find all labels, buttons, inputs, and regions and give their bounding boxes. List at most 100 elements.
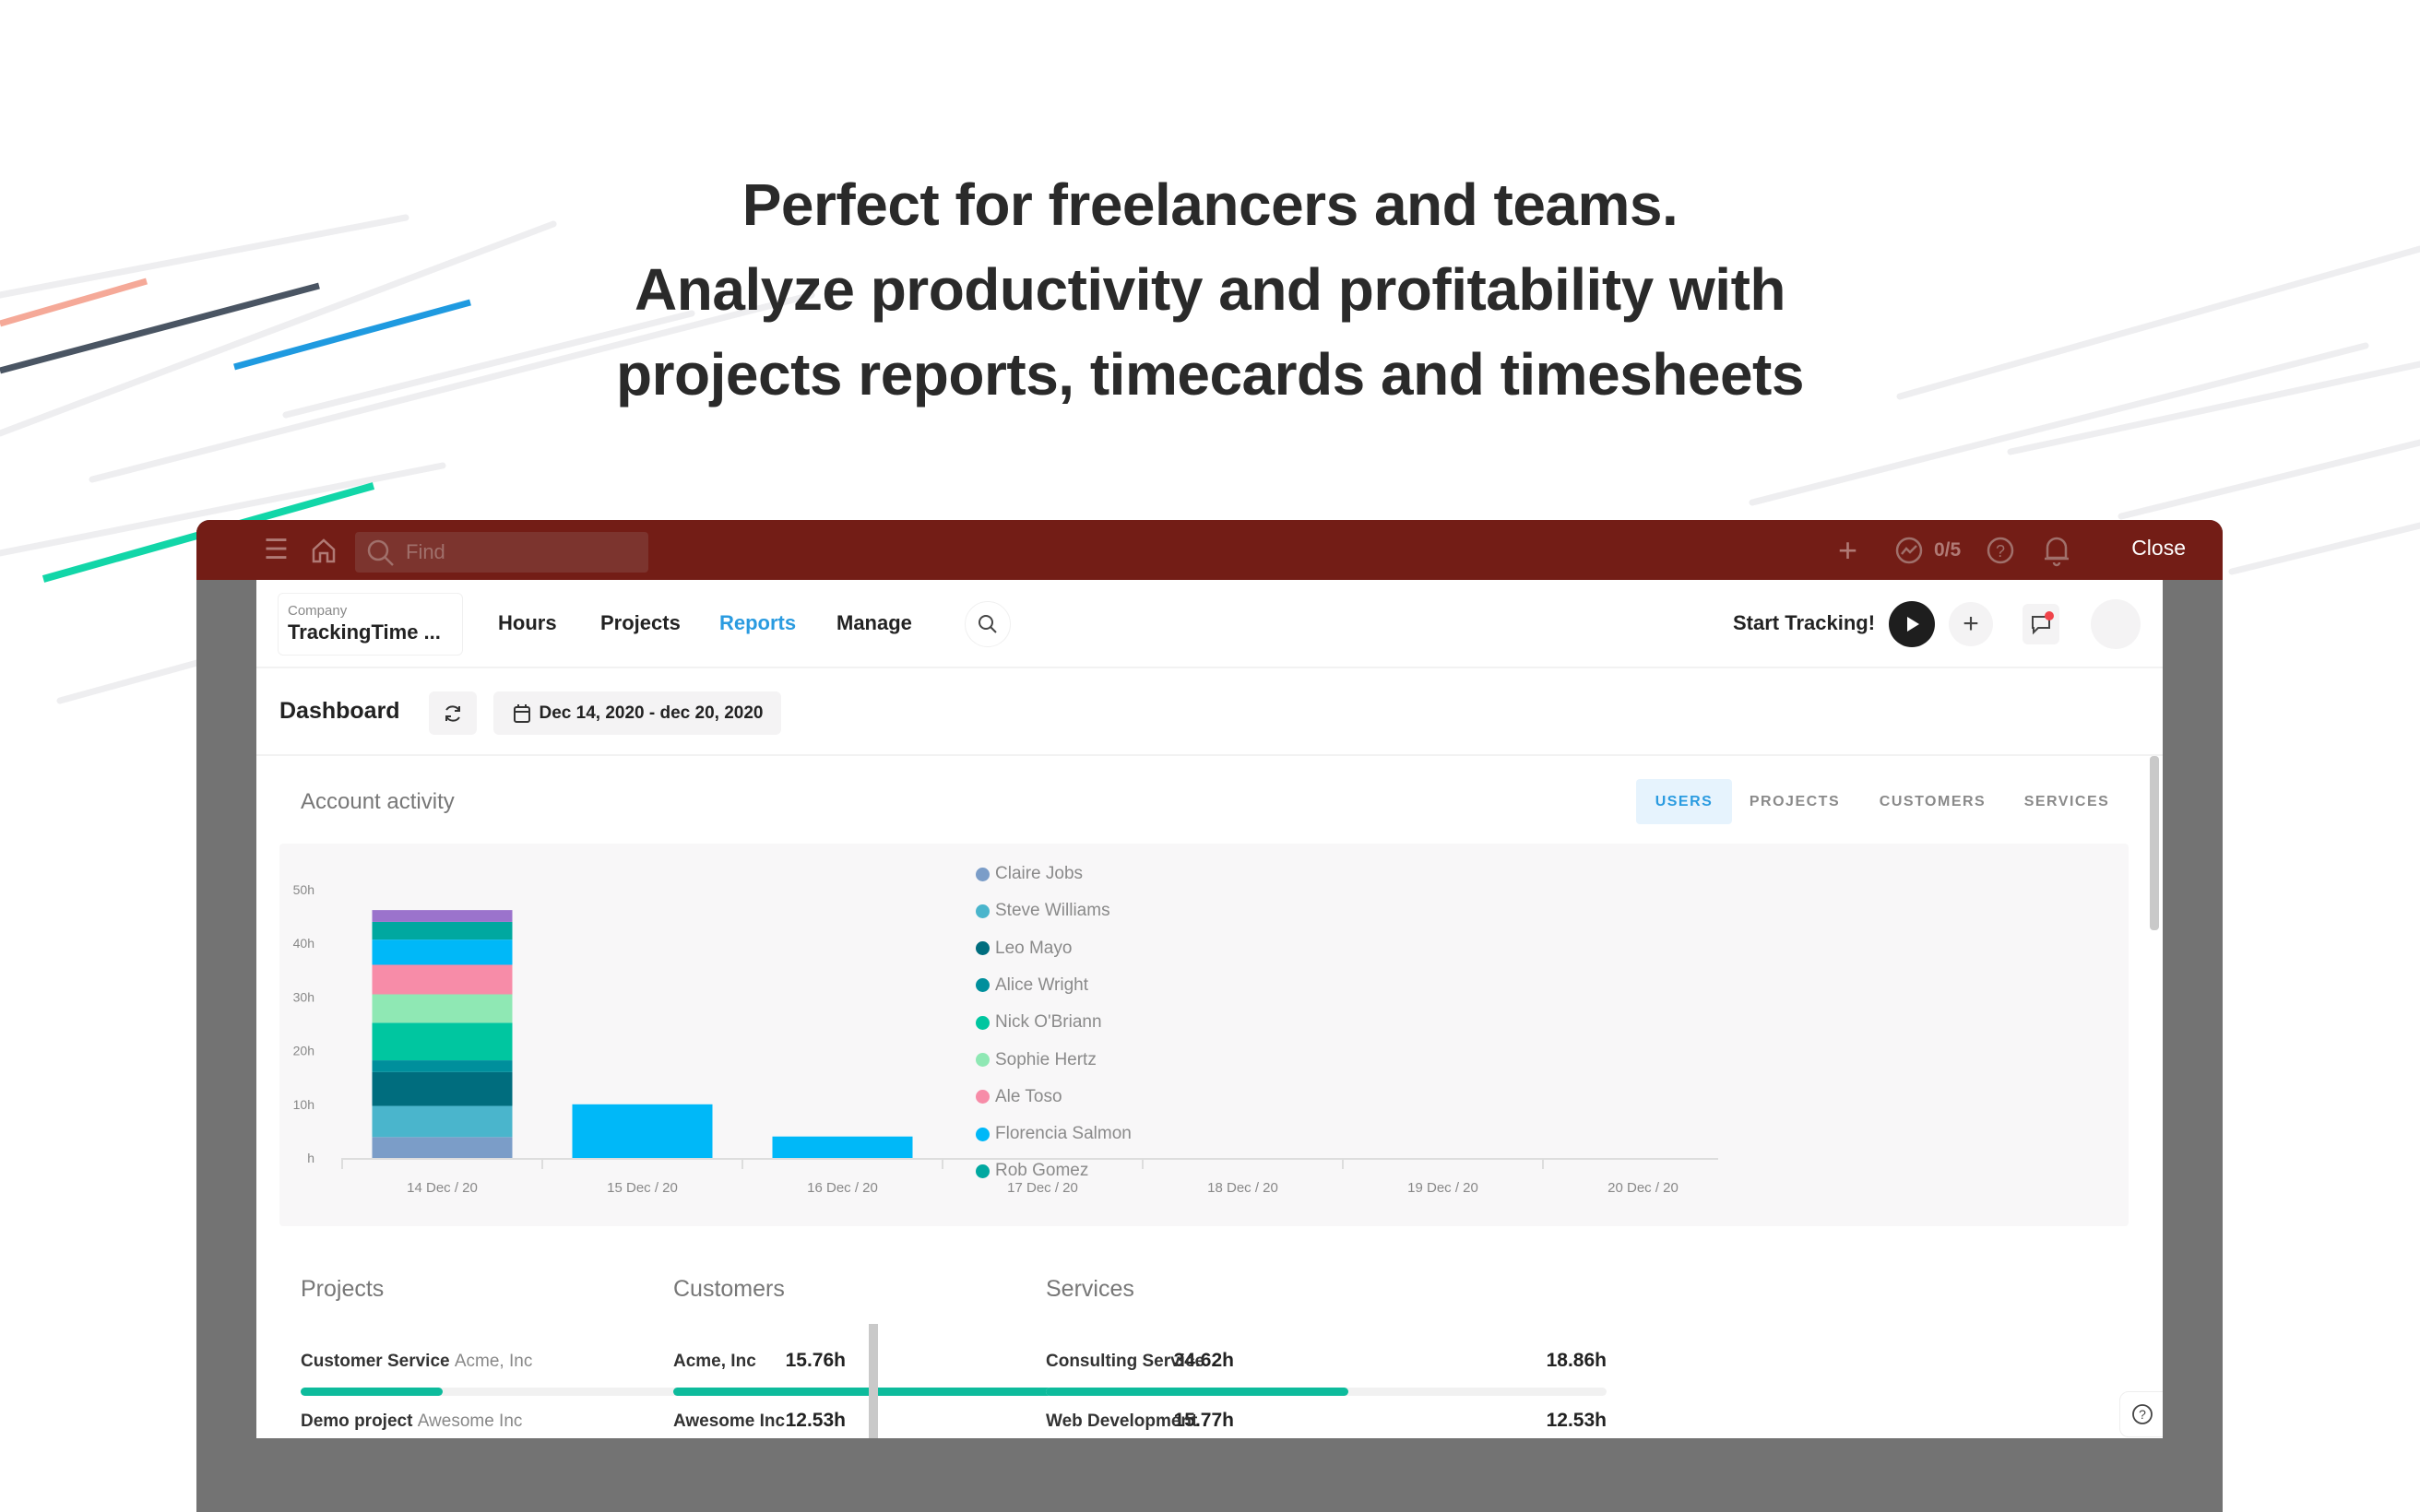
date-range-picker[interactable]: Dec 14, 2020 - dec 20, 2020 [493, 691, 781, 735]
legend-item[interactable]: Florencia Salmon [976, 1124, 1132, 1144]
bar-segment [372, 1071, 513, 1106]
plus-icon[interactable]: + [1838, 532, 1857, 569]
activity-chart: h 10h 20h 30h 40h 50h 14 Dec / 20 15 Dec / 20 16… [279, 844, 2129, 1226]
legend-label: Leo Mayo [995, 938, 1073, 958]
nav-search-button[interactable] [965, 601, 1011, 647]
progress-fill [301, 1388, 443, 1396]
progress-bar [1046, 1388, 1607, 1396]
bar-segment [372, 1137, 513, 1158]
company-name: TrackingTime ... [288, 620, 441, 644]
x-tick-label: 16 Dec / 20 [807, 1180, 878, 1196]
legend-dot-icon [976, 867, 990, 881]
tab-services[interactable]: SERVICES [2013, 779, 2120, 824]
top-bar: ☰ Find + 0/5 ? Close [196, 520, 2223, 580]
legend-dot-icon [976, 978, 990, 993]
legend-item[interactable]: Nick O'Briann [976, 1012, 1102, 1033]
bar-segment [572, 1104, 713, 1158]
legend-label: Nick O'Briann [995, 1012, 1102, 1033]
nav-manage[interactable]: Manage [836, 611, 912, 635]
legend-dot-icon [976, 941, 990, 956]
legend-dot-icon [976, 1015, 990, 1030]
legend-item[interactable]: Leo Mayo [976, 939, 1072, 959]
bar-segment [372, 939, 513, 965]
y-tick-label: 30h [293, 989, 314, 1004]
legend-dot-icon [976, 1053, 990, 1067]
bar-segment [372, 1105, 513, 1138]
bar-segment [372, 994, 513, 1023]
start-tracking-label: Start Tracking! [1733, 611, 1876, 634]
search-placeholder: Find [406, 540, 445, 563]
summary-scrollbar[interactable] [869, 1324, 878, 1438]
bar-segment [372, 921, 513, 940]
bar-segment [372, 964, 513, 995]
date-range-text: Dec 14, 2020 - dec 20, 2020 [539, 703, 764, 723]
legend-dot-icon [976, 1127, 990, 1141]
nav-hours[interactable]: Hours [498, 611, 557, 635]
legend-item[interactable]: Alice Wright [976, 975, 1088, 996]
legend-item[interactable]: Rob Gomez [976, 1161, 1088, 1181]
svg-text:?: ? [2139, 1407, 2146, 1422]
bar-segment [772, 1136, 913, 1158]
legend-item[interactable]: Claire Jobs [976, 864, 1083, 884]
summary-title: Customers [673, 1276, 785, 1302]
home-icon[interactable] [310, 537, 338, 564]
legend-label: Claire Jobs [995, 864, 1084, 883]
nav-bar: Company TrackingTime ... Hours Projects … [256, 580, 2163, 668]
refresh-icon [445, 704, 460, 722]
legend-dot-icon [976, 1090, 990, 1104]
search-input[interactable]: Find [355, 532, 648, 573]
help-button[interactable]: ? [2119, 1391, 2163, 1437]
avatar[interactable] [2091, 599, 2141, 649]
x-tick-label: 17 Dec / 20 [1007, 1180, 1078, 1196]
company-selector[interactable]: Company TrackingTime ... [278, 593, 463, 656]
y-tick-label: h [307, 1151, 314, 1165]
tab-users[interactable]: USERS [1636, 779, 1732, 824]
chat-icon [2032, 611, 2054, 635]
bar-segment [372, 1060, 513, 1072]
headline-line-2: Analyze productivity and profitability w… [635, 256, 1785, 323]
company-label: Company [288, 603, 348, 619]
menu-icon[interactable]: ☰ [264, 532, 289, 569]
bar-segment [372, 910, 513, 922]
legend-item[interactable]: Ale Toso [976, 1087, 1062, 1107]
play-button[interactable] [1889, 601, 1935, 647]
refresh-button[interactable] [429, 691, 477, 735]
goals-count: 0/5 [1934, 539, 1962, 561]
dashboard-header: Dashboard Dec 14, 2020 - dec 20, 2020 [256, 668, 2163, 756]
y-tick-label: 20h [293, 1044, 314, 1058]
scrollbar[interactable] [2150, 756, 2159, 930]
help-icon: ? [2132, 1404, 2153, 1424]
legend-item[interactable]: Steve Williams [976, 901, 1110, 921]
legend-label: Rob Gomez [995, 1161, 1089, 1181]
legend-item[interactable]: Sophie Hertz [976, 1050, 1097, 1070]
x-tick-label: 19 Dec / 20 [1407, 1180, 1478, 1196]
bell-icon[interactable] [2042, 533, 2071, 568]
x-tick-label: 15 Dec / 20 [607, 1180, 678, 1196]
headline-line-3: projects reports, timecards and timeshee… [616, 341, 1804, 408]
page-title: Dashboard [279, 698, 400, 724]
nav-reports[interactable]: Reports [719, 611, 796, 635]
messages-button[interactable] [2023, 604, 2059, 644]
close-button[interactable]: Close [2131, 536, 2186, 561]
tab-projects[interactable]: PROJECTS [1743, 779, 1846, 824]
trend-icon[interactable] [1894, 536, 1924, 565]
svg-text:?: ? [1996, 542, 2005, 561]
add-entry-button[interactable]: + [1949, 602, 1993, 646]
x-tick-label: 20 Dec / 20 [1607, 1180, 1679, 1196]
summary-title: Services [1046, 1276, 1134, 1302]
summary-row-value: 12.53h [1546, 1410, 1607, 1431]
y-tick-label: 40h [293, 936, 314, 951]
main-panel: Company TrackingTime ... Hours Projects … [256, 580, 2163, 1438]
tab-customers[interactable]: CUSTOMERS [1870, 779, 1995, 824]
x-tick-label: 14 Dec / 20 [407, 1180, 478, 1196]
legend-label: Ale Toso [995, 1086, 1062, 1106]
search-icon [367, 539, 394, 566]
legend-label: Florencia Salmon [995, 1124, 1132, 1144]
help-icon[interactable]: ? [1986, 536, 2015, 565]
headline-line-1: Perfect for freelancers and teams. [741, 171, 1679, 238]
play-icon [1907, 617, 1919, 632]
y-tick-label: 50h [293, 882, 314, 897]
progress-fill [673, 1388, 1055, 1396]
search-icon [979, 615, 997, 633]
nav-projects[interactable]: Projects [600, 611, 681, 635]
